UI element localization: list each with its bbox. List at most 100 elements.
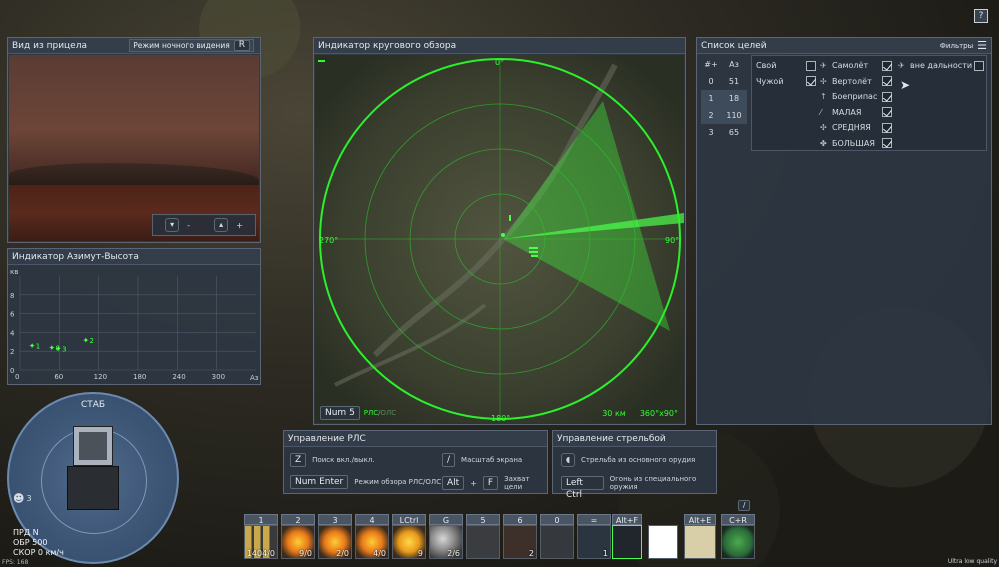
weapon-slot-explosive-3[interactable]: 4 4/0 — [355, 514, 389, 560]
screen-scale[interactable]: / Масштаб экрана — [442, 453, 522, 467]
x-tick-label: 60 — [54, 373, 63, 381]
target-row[interactable]: 0 51 — [701, 73, 747, 90]
smoke-grenade-icon: 2/6 — [429, 525, 463, 559]
explosion-icon: 2/0 — [318, 525, 352, 559]
target-point: ✦ 2 — [83, 336, 94, 345]
weapon-slot-c-r[interactable]: C+R — [721, 514, 755, 560]
small-checkbox[interactable] — [882, 107, 892, 118]
azimuth-elevation-chart: кв Аз 0 60 120 180 240 30002468 ✦ 1 ✦ 0✦ 3✦ 2 — [10, 268, 259, 382]
weapon-slot-special[interactable]: LCtrl 9 — [392, 514, 426, 560]
zoom-in-button[interactable]: ▴ + — [214, 218, 243, 232]
y-tick-label: 2 — [10, 348, 14, 356]
weapon-bar-toggle[interactable]: / — [738, 500, 751, 511]
target-row[interactable]: 3 65 — [701, 124, 747, 141]
filter-out-of-range[interactable]: ✈ вне дальности — [898, 58, 984, 74]
munition-checkbox[interactable] — [882, 91, 892, 102]
weapon-slot-explosive-2[interactable]: 3 2/0 — [318, 514, 352, 560]
help-button[interactable]: ? — [974, 9, 988, 23]
filter-helicopter[interactable]: ✢ Вертолёт — [820, 74, 892, 90]
target-row[interactable]: 1 18 — [701, 90, 747, 107]
target-point: ✦ 3 — [55, 344, 66, 353]
radar-range: 30 км — [602, 408, 626, 418]
weapon-slot-5[interactable]: 5 — [466, 514, 500, 560]
filter-munition[interactable]: ↑ Боеприпас — [820, 89, 892, 105]
azimuth-elevation-title: Индикатор Азимут-Высота — [8, 249, 260, 265]
filter-own[interactable]: Свой — [756, 58, 816, 74]
weapon-slot-0[interactable]: 0 — [540, 514, 574, 560]
weapon-slot-alt-e[interactable]: Alt+E — [684, 514, 716, 560]
target-list-title: Список целей Фильтры ☰ — [697, 38, 991, 54]
target-marker: ✦ — [29, 342, 36, 351]
night-vision-toggle[interactable]: Режим ночного видения R — [129, 39, 254, 52]
weapon-slot-explosive-1[interactable]: 2 9/0 — [281, 514, 315, 560]
radar-heading-n: 0° — [495, 58, 504, 67]
filter-large[interactable]: ✤ БОЛЬШАЯ — [820, 136, 892, 152]
y-tick-label: 4 — [10, 329, 15, 337]
weapon-slot-alt-f[interactable]: Alt+F — [612, 514, 642, 560]
radar-corner-marker — [318, 60, 325, 62]
cursor-icon: ➤ — [900, 77, 911, 92]
night-vision-label: Режим ночного видения — [133, 40, 230, 50]
explosion-icon: 9/0 — [281, 525, 315, 559]
sight-view-panel: Вид из прицела Режим ночного видения R ▾… — [7, 37, 261, 243]
target-row[interactable]: 2 110 — [701, 107, 747, 124]
plane-icon: ✈ — [820, 61, 827, 71]
target-lock-icon — [612, 525, 642, 559]
mouse-wheel-down-icon: ▾ — [165, 218, 180, 232]
weapon-slot-6[interactable]: 62 — [503, 514, 537, 560]
y-tick-label: 6 — [10, 311, 15, 319]
weapon-slot-aa[interactable] — [648, 514, 678, 560]
mouse-wheel-up-icon: ▴ — [214, 218, 229, 232]
target-label: 3 — [62, 345, 66, 353]
ammo-box-icon — [684, 525, 716, 559]
explosion-icon: 4/0 — [355, 525, 389, 559]
search-toggle[interactable]: Z Поиск вкл./выкл. — [290, 453, 375, 467]
radar-icon — [721, 525, 755, 559]
night-vision-key: R — [233, 40, 250, 51]
helicopter-icon: ✢ — [820, 76, 827, 86]
filter-foreign[interactable]: Чужой — [756, 74, 816, 90]
stab-readout: ПРД N ОБР 500 СКОР 0 км/ч — [13, 528, 64, 557]
y-tick-label: 8 — [10, 292, 14, 300]
fire-extinguisher-icon: 2 — [503, 525, 537, 559]
hook-icon — [540, 525, 574, 559]
target-lock[interactable]: Alt + F Захват цели — [442, 475, 547, 491]
radar-view-mode[interactable]: Num Enter Режим обзора РЛС/ОЛС — [290, 475, 441, 489]
target-label: 2 — [90, 337, 94, 345]
filter-small[interactable]: ⁄ МАЛАЯ — [820, 105, 892, 121]
fire-control-title: Управление стрельбой — [553, 431, 716, 447]
target-point: ✦ 1 — [29, 342, 40, 351]
radar-mode-key[interactable]: Num 5 — [320, 406, 360, 420]
help-label: ? — [978, 11, 984, 21]
secondary-fire[interactable]: Left Ctrl Огонь из специального оружия — [561, 475, 716, 500]
plane-checkbox[interactable] — [882, 60, 892, 71]
azimuth-elevation-panel: Индикатор Азимут-Высота кв Аз 0 60 120 180 2… — [7, 248, 261, 385]
own-checkbox[interactable] — [806, 60, 816, 71]
zoom-out-button[interactable]: ▾ - — [165, 218, 190, 232]
large-checkbox[interactable] — [882, 138, 892, 149]
x-tick-label: 180 — [133, 373, 146, 381]
foreign-checkbox[interactable] — [806, 76, 816, 87]
medic-icon: 1 — [577, 525, 611, 559]
medium-checkbox[interactable] — [882, 122, 892, 133]
filter-plane[interactable]: ✈ Самолёт — [820, 58, 892, 74]
rockets-icon — [466, 525, 500, 559]
filters-button[interactable]: Фильтры ☰ — [940, 38, 987, 54]
weapon-slot-bullets[interactable]: 1 1404/0 — [244, 514, 278, 560]
helicopter-checkbox[interactable] — [882, 76, 892, 87]
large-size-icon: ✤ — [820, 138, 827, 148]
sight-view-title: Вид из прицела Режим ночного видения R — [8, 38, 260, 54]
weapon-slot-equals[interactable]: = 1 — [577, 514, 611, 560]
mouse-left-icon: ◖ — [561, 453, 575, 467]
target-marker: ✦ — [83, 336, 90, 345]
target-list-panel: Список целей Фильтры ☰ #+ Аз 0 51 1 18 2 110… — [696, 37, 992, 425]
x-axis-label: Аз — [250, 374, 259, 382]
out-of-range-checkbox[interactable] — [974, 60, 984, 71]
vehicle-silhouette-icon — [67, 426, 119, 526]
weapon-slot-smoke[interactable]: G 2/6 — [429, 514, 463, 560]
filter-medium[interactable]: ✣ СРЕДНЯЯ — [820, 120, 892, 136]
target-table: #+ Аз 0 51 1 18 2 110 3 65 — [701, 56, 747, 141]
stab-label: СТАБ — [80, 400, 106, 410]
primary-fire[interactable]: ◖ Стрельба из основного орудия — [561, 453, 695, 467]
target-marker: ✦ — [55, 344, 62, 353]
